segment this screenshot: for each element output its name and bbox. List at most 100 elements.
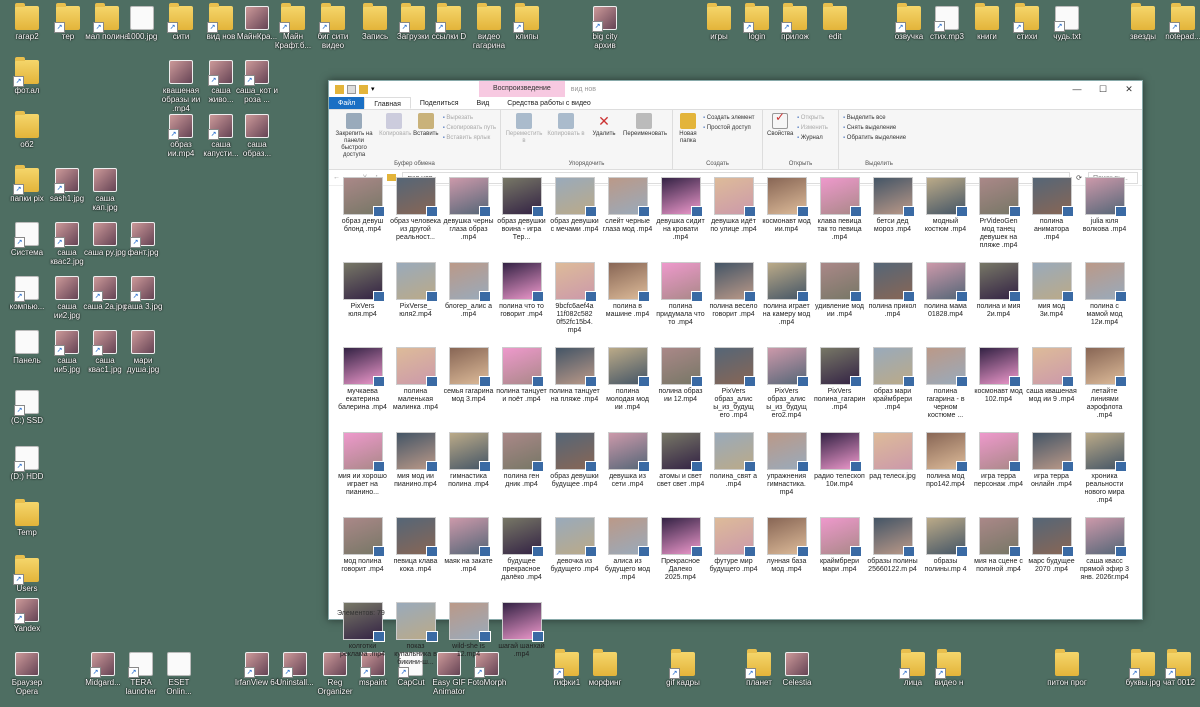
file-item[interactable]: певица клава кока .mp4: [390, 517, 441, 602]
desktop-icon[interactable]: морфинг: [582, 649, 628, 687]
desktop-icon[interactable]: ESET Onlin...: [156, 652, 202, 696]
file-item[interactable]: полина ген дник .mp4: [496, 432, 547, 517]
file-item[interactable]: образ девушки будущее .mp4: [549, 432, 600, 517]
desktop-icon[interactable]: гагар2: [4, 3, 50, 41]
file-item[interactable]: атомы и свет свет свет .mp4: [655, 432, 706, 517]
file-item[interactable]: полина молодая мод ии .mp4: [602, 347, 653, 432]
copy-path-button[interactable]: Скопировать путь: [443, 125, 496, 132]
file-item[interactable]: мия ии хорошо играет на пианино...: [337, 432, 388, 517]
file-item[interactable]: девушка идёт по улице .mp4: [708, 177, 759, 262]
file-item[interactable]: космонавт мод 102.mp4: [973, 347, 1024, 432]
file-item[interactable]: мия мод ии пианино.mp4: [390, 432, 441, 517]
file-item[interactable]: марс будущее 2070 .mp4: [1026, 517, 1077, 602]
tab-home[interactable]: Главная: [364, 97, 411, 109]
desktop-icon[interactable]: об2: [4, 111, 50, 149]
desktop-icon[interactable]: Temp: [4, 499, 50, 537]
paste-shortcut-button[interactable]: Вставить ярлык: [443, 135, 496, 142]
file-item[interactable]: рад телеск.jpg: [867, 432, 918, 517]
file-item[interactable]: полина гагарина - в черном костюме ...: [920, 347, 971, 432]
file-item[interactable]: девушка из сети .mp4: [602, 432, 653, 517]
file-item[interactable]: образ девушки с мечами .mp4: [549, 177, 600, 262]
file-item[interactable]: клава певица так то певица .mp4: [814, 177, 865, 262]
file-item[interactable]: полина танцует и поёт .mp4: [496, 347, 547, 432]
chevron-down-icon[interactable]: ▾: [371, 85, 380, 94]
file-item[interactable]: полина прикол .mp4: [867, 262, 918, 347]
file-item[interactable]: полина что то говорит .mp4: [496, 262, 547, 347]
desktop-icon[interactable]: саша_кот и роза ...: [234, 60, 280, 104]
file-item[interactable]: wild-she is 12.mp4: [443, 602, 494, 687]
file-item[interactable]: бетси дед мороз .mp4: [867, 177, 918, 262]
file-item[interactable]: алиса из будущего мод .mp4: [602, 517, 653, 602]
title-bar[interactable]: ▾ Воспроизведение вид нов — ☐ ✕: [329, 81, 1142, 97]
file-item[interactable]: PixVerse_ юля2.mp4: [390, 262, 441, 347]
properties-icon[interactable]: [347, 84, 356, 94]
file-item[interactable]: летайте линиями аэрофлота .mp4: [1079, 347, 1130, 432]
file-item[interactable]: девушка черны глаза образ .mp4: [443, 177, 494, 262]
file-item[interactable]: мучкаева екатерина балерина .mp4: [337, 347, 388, 432]
desktop-icon[interactable]: фот.ал: [4, 57, 50, 95]
desktop-icon[interactable]: big city архив: [582, 6, 628, 50]
desktop-icon[interactable]: (D:) HDD: [4, 446, 50, 481]
desktop-icon[interactable]: edit: [812, 3, 858, 41]
file-item[interactable]: модный костюм .mp4: [920, 177, 971, 262]
tab-view[interactable]: Вид: [468, 97, 499, 109]
file-item[interactable]: удивление мод ии .mp4: [814, 262, 865, 347]
file-item[interactable]: упражнения гимнастика. mp4: [761, 432, 812, 517]
file-item[interactable]: PixVers полина_гагарина .mp4: [814, 347, 865, 432]
file-item[interactable]: будущее прекрасное далёко .mp4: [496, 517, 547, 602]
desktop-icon[interactable]: Yandex: [4, 598, 50, 633]
tab-file[interactable]: Файл: [329, 97, 365, 109]
file-item[interactable]: саша квашеная мод ии 9 .mp4: [1026, 347, 1077, 432]
file-item[interactable]: образы полины.mp 4: [920, 517, 971, 602]
minimize-button[interactable]: —: [1064, 84, 1090, 94]
quick-access-toolbar[interactable]: ▾: [329, 84, 479, 94]
close-button[interactable]: ✕: [1116, 84, 1142, 95]
easy-access-button[interactable]: Простой доступ: [703, 125, 755, 132]
new-item-button[interactable]: Создать элемент: [703, 115, 755, 122]
file-item[interactable]: образ мари краймбрери .mp4: [867, 347, 918, 432]
file-item[interactable]: полина мод про142.mp4: [920, 432, 971, 517]
file-item[interactable]: полина танцует на пляже .mp4: [549, 347, 600, 432]
file-item[interactable]: PixVers образ_алис ы_из_будущ его2.mp4: [761, 347, 812, 432]
desktop-icon[interactable]: (C:) SSD: [4, 390, 50, 425]
file-item[interactable]: игра терра персонаж .mp4: [973, 432, 1024, 517]
explorer-window[interactable]: ▾ Воспроизведение вид нов — ☐ ✕ Файл Гла…: [328, 80, 1143, 666]
desktop-icon[interactable]: саша кап.jpg: [82, 168, 128, 212]
file-item[interactable]: полина аниматора .mp4: [1026, 177, 1077, 262]
file-item[interactable]: образ девуш блонд .mp4: [337, 177, 388, 262]
file-item[interactable]: девочка из будущего .mp4: [549, 517, 600, 602]
file-item[interactable]: девушка сидит на кровати .mp4: [655, 177, 706, 262]
file-item[interactable]: Прекрасное Далеко 2025.mp4: [655, 517, 706, 602]
desktop-icon[interactable]: чудь.txt: [1044, 6, 1090, 41]
maximize-button[interactable]: ☐: [1090, 84, 1116, 95]
desktop-icon[interactable]: чат 0012: [1156, 649, 1200, 687]
open-button[interactable]: Открыть: [797, 115, 828, 122]
file-item[interactable]: семья гагарина мод 3.mp4: [443, 347, 494, 432]
file-item[interactable]: показ купальника в бикини-ш...: [390, 602, 441, 687]
file-item[interactable]: полина придумала что то .mp4: [655, 262, 706, 347]
file-item[interactable]: полина мама 01828.mp4: [920, 262, 971, 347]
file-item[interactable]: полина в машине .mp4: [602, 262, 653, 347]
file-item[interactable]: игра терра онлайн .mp4: [1026, 432, 1077, 517]
file-item[interactable]: лунная база мод .mp4: [761, 517, 812, 602]
file-item[interactable]: хроника реальности нового мира .mp4: [1079, 432, 1130, 517]
desktop-icon[interactable]: питон прог: [1044, 649, 1090, 687]
file-item[interactable]: радио телескоп 10и.mp4: [814, 432, 865, 517]
file-item[interactable]: полина_свят а .mp4: [708, 432, 759, 517]
context-tab-playback[interactable]: Воспроизведение: [479, 81, 565, 97]
select-all-button[interactable]: Выделить все: [843, 115, 906, 122]
file-item[interactable]: полина образ ии 12.mp4: [655, 347, 706, 432]
new-folder-icon[interactable]: [359, 84, 368, 94]
file-item[interactable]: образ человека из другой реальност...: [390, 177, 441, 262]
desktop-icon[interactable]: саша 3.jpg: [120, 276, 166, 311]
desktop-icon[interactable]: саша образ...: [234, 114, 280, 158]
file-item[interactable]: шагай шанхай .mp4: [496, 602, 547, 687]
file-item[interactable]: полина с мамой мод 12и.mp4: [1079, 262, 1130, 347]
file-item[interactable]: полина весело говорит .mp4: [708, 262, 759, 347]
file-item[interactable]: маяк на закате .mp4: [443, 517, 494, 602]
file-item[interactable]: футуре мир будущего .mp4: [708, 517, 759, 602]
file-item[interactable]: космонавт мод ии.mp4: [761, 177, 812, 262]
file-item[interactable]: блогер_алис а .mp4: [443, 262, 494, 347]
select-none-button[interactable]: Снять выделение: [843, 125, 906, 132]
desktop-icon[interactable]: мари душа.jpg: [120, 330, 166, 374]
